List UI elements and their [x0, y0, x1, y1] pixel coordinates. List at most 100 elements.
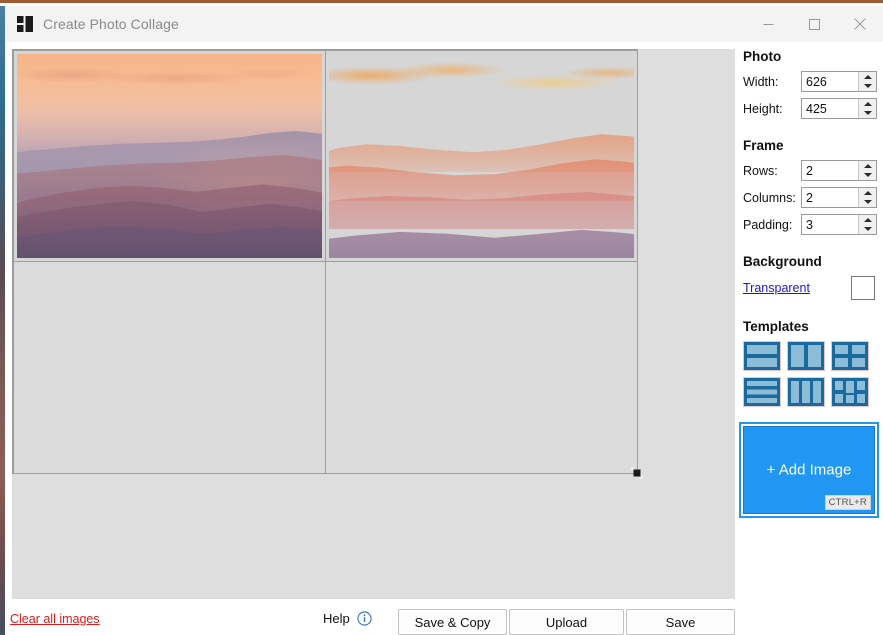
- photo-sunset-mountain-haze[interactable]: [16, 53, 322, 258]
- close-icon: [854, 18, 866, 30]
- template-mixed-3col[interactable]: [831, 377, 869, 407]
- width-label: Width:: [743, 74, 779, 89]
- upload-button[interactable]: Upload: [509, 609, 624, 635]
- height-input[interactable]: [802, 99, 858, 118]
- width-decrement-button[interactable]: [859, 82, 876, 92]
- add-image-button[interactable]: + Add Image CTRL+R: [739, 422, 879, 518]
- background-row: Transparent: [743, 276, 875, 300]
- resize-grip-tick: [631, 467, 633, 471]
- height-increment-button[interactable]: [859, 99, 876, 109]
- padding-input[interactable]: [802, 215, 858, 234]
- field-row-rows: Rows:: [743, 160, 877, 181]
- template-3-rows-icon: [744, 378, 780, 406]
- collage-cell-4[interactable]: [324, 261, 638, 474]
- templates-grid: [743, 341, 875, 407]
- height-spinner-buttons[interactable]: [858, 99, 876, 118]
- chevron-up-icon: [863, 74, 872, 79]
- padding-increment-button[interactable]: [859, 215, 876, 225]
- collage-icon: [17, 16, 33, 32]
- minimize-button[interactable]: [745, 6, 791, 42]
- width-increment-button[interactable]: [859, 72, 876, 82]
- collage-grid[interactable]: [12, 49, 638, 474]
- resize-grip-tick: [641, 475, 643, 479]
- template-2-columns[interactable]: [787, 341, 825, 371]
- settings-sidebar: Photo Width: Height: Frame: [739, 49, 879, 518]
- chevron-down-icon: [863, 111, 872, 116]
- transparent-link[interactable]: Transparent: [743, 281, 810, 295]
- template-2x2-icon: [832, 342, 868, 370]
- rows-increment-button[interactable]: [859, 161, 876, 171]
- photo-sunset-sunburst[interactable]: [328, 54, 634, 258]
- chevron-up-icon: [863, 190, 872, 195]
- save-button[interactable]: Save: [626, 609, 735, 635]
- columns-increment-button[interactable]: [859, 188, 876, 198]
- app-window: Create Photo Collage Photo Width: 626 He…: [0, 0, 883, 635]
- padding-decrement-button[interactable]: [859, 225, 876, 235]
- template-3-rows[interactable]: [743, 377, 781, 407]
- chevron-up-icon: [863, 101, 872, 106]
- maximize-icon: [808, 18, 820, 30]
- width-spinner[interactable]: [801, 71, 877, 92]
- background-window-sliver: [0, 6, 5, 635]
- chevron-up-icon: [863, 163, 872, 168]
- template-2-rows[interactable]: [743, 341, 781, 371]
- window-controls: [745, 6, 883, 42]
- template-mixed-3col-icon: [832, 378, 868, 406]
- templates-section-title: Templates: [743, 319, 809, 334]
- width-spinner-buttons[interactable]: [858, 72, 876, 91]
- height-label: Height:: [743, 101, 783, 116]
- help-control[interactable]: Help: [323, 611, 372, 626]
- columns-input[interactable]: [802, 188, 858, 207]
- padding-spinner[interactable]: [801, 214, 877, 235]
- columns-spinner-buttons[interactable]: [858, 188, 876, 207]
- frame-section-title: Frame: [743, 138, 784, 153]
- collage-cell-1[interactable]: [12, 49, 326, 262]
- height-spinner[interactable]: [801, 98, 877, 119]
- add-image-label: + Add Image: [766, 461, 852, 479]
- help-label: Help: [323, 611, 350, 626]
- save-and-copy-button[interactable]: Save & Copy: [398, 609, 507, 635]
- field-row-height: Height:: [743, 98, 877, 119]
- background-section-title: Background: [743, 254, 822, 269]
- window-title: Create Photo Collage: [43, 16, 179, 32]
- rows-decrement-button[interactable]: [859, 171, 876, 181]
- template-3-columns-icon: [788, 378, 824, 406]
- rows-spinner[interactable]: [801, 160, 877, 181]
- background-color-swatch[interactable]: [851, 276, 875, 300]
- columns-decrement-button[interactable]: [859, 198, 876, 208]
- template-3-columns[interactable]: [787, 377, 825, 407]
- minimize-icon: [763, 23, 773, 25]
- rows-input[interactable]: [802, 161, 858, 180]
- template-2-rows-icon: [744, 342, 780, 370]
- photo-section-title: Photo: [743, 49, 782, 64]
- maximize-button[interactable]: [791, 6, 837, 42]
- padding-label: Padding:: [743, 217, 793, 232]
- resize-grip-square: [633, 469, 641, 477]
- info-icon[interactable]: [357, 611, 372, 626]
- title-bar: Create Photo Collage: [5, 6, 883, 42]
- collage-canvas[interactable]: [12, 49, 735, 599]
- template-2x2[interactable]: [831, 341, 869, 371]
- clear-all-images-link[interactable]: Clear all images: [10, 612, 100, 626]
- rows-label: Rows:: [743, 163, 778, 178]
- height-decrement-button[interactable]: [859, 109, 876, 119]
- columns-spinner[interactable]: [801, 187, 877, 208]
- field-row-columns: Columns:: [743, 187, 877, 208]
- rows-spinner-buttons[interactable]: [858, 161, 876, 180]
- collage-cell-3[interactable]: [12, 261, 326, 474]
- chevron-down-icon: [863, 200, 872, 205]
- add-image-shortcut: CTRL+R: [824, 495, 871, 510]
- width-input[interactable]: [802, 72, 858, 91]
- collage-cell-2[interactable]: [324, 49, 638, 262]
- chevron-down-icon: [863, 84, 872, 89]
- chevron-up-icon: [863, 217, 872, 222]
- padding-spinner-buttons[interactable]: [858, 215, 876, 234]
- field-row-width: Width:: [743, 71, 877, 92]
- close-button[interactable]: [837, 6, 883, 42]
- field-row-padding: Padding:: [743, 214, 877, 235]
- chevron-down-icon: [863, 173, 872, 178]
- columns-label: Columns:: [743, 190, 796, 205]
- chevron-down-icon: [863, 227, 872, 232]
- template-2-columns-icon: [788, 342, 824, 370]
- resize-grip[interactable]: [631, 467, 643, 479]
